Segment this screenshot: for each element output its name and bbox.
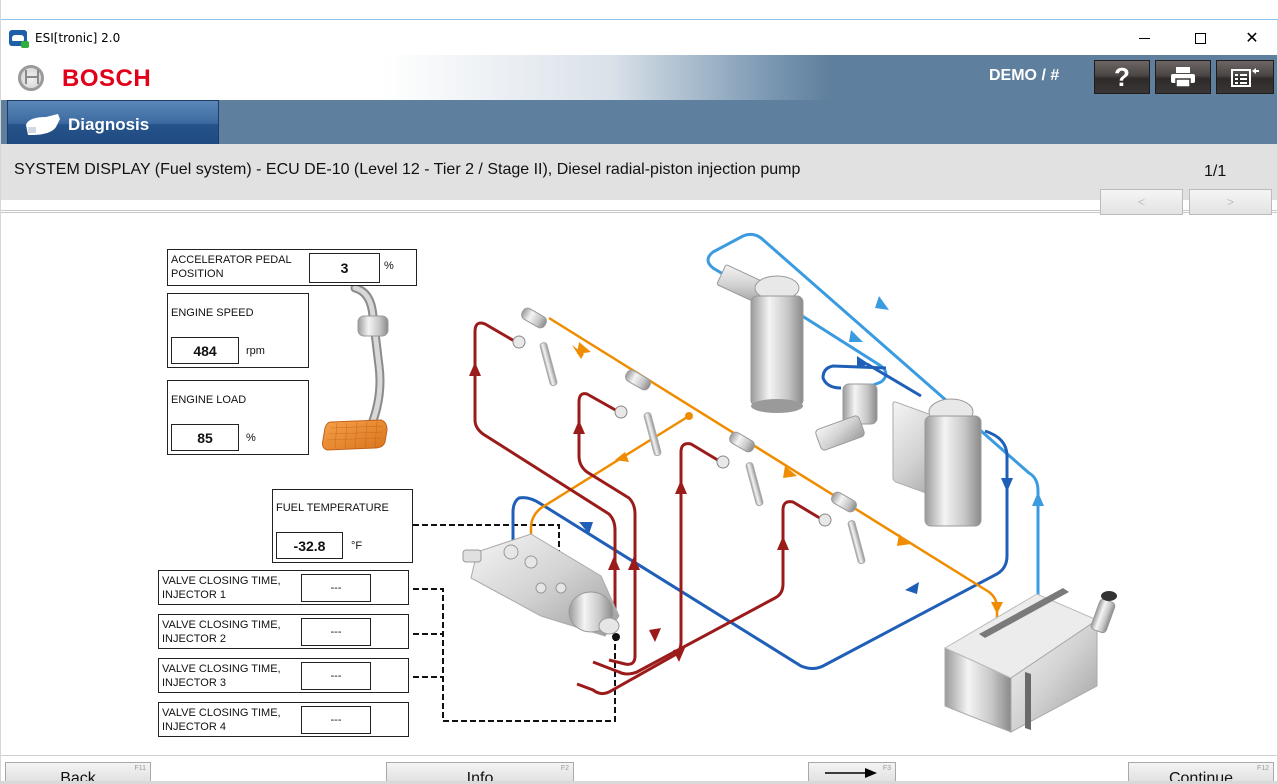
engine-speed-unit: rpm bbox=[246, 345, 265, 357]
valve-closing-label-1: VALVE CLOSING TIME, bbox=[162, 575, 281, 587]
back-button-hotkey: F11 bbox=[134, 765, 146, 772]
help-button[interactable]: ? bbox=[1094, 60, 1150, 94]
info-button-hotkey: F2 bbox=[560, 765, 569, 772]
flow-arrow bbox=[675, 480, 687, 494]
accelerator-pedal-label-2: POSITION bbox=[171, 268, 224, 280]
title-bar: ESI[tronic] 2.0 ✕ bbox=[1, 21, 1277, 55]
valve-closing-label-2: INJECTOR 3 bbox=[162, 677, 226, 689]
valve-closing-injector-3-panel: VALVE CLOSING TIME, INJECTOR 3 --- bbox=[158, 658, 409, 693]
next-page-button[interactable]: > bbox=[1189, 189, 1272, 215]
valve-closing-label-2: INJECTOR 4 bbox=[162, 721, 226, 733]
valve-closing-injector-4-panel: VALVE CLOSING TIME, INJECTOR 4 --- bbox=[158, 702, 409, 737]
app-icon bbox=[9, 30, 29, 48]
exit-button[interactable] bbox=[1216, 60, 1274, 94]
fuel-prefilter bbox=[716, 264, 804, 413]
pump-sensor-dot bbox=[612, 633, 620, 641]
engine-load-panel: ENGINE LOAD 85 % bbox=[167, 380, 309, 455]
bosch-logo-icon bbox=[18, 65, 44, 91]
accelerator-pedal-panel: ACCELERATOR PEDAL POSITION 3 % bbox=[167, 249, 417, 286]
pager-divider bbox=[1, 210, 1277, 213]
fuel-temperature-label: FUEL TEMPERATURE bbox=[276, 502, 389, 514]
valve-closing-injector-4-value: --- bbox=[301, 706, 371, 734]
print-button[interactable] bbox=[1155, 60, 1211, 94]
flow-arrow bbox=[897, 534, 911, 546]
question-mark-icon: ? bbox=[1114, 61, 1130, 92]
list-exit-icon bbox=[1231, 68, 1259, 87]
fuel-temperature-value: -32.8 bbox=[276, 532, 343, 559]
flow-arrow bbox=[1032, 492, 1044, 506]
fuel-filter bbox=[892, 398, 982, 527]
flow-arrow bbox=[875, 296, 889, 310]
page-counter: 1/1 bbox=[1204, 163, 1227, 180]
valve-closing-injector-1-value: --- bbox=[301, 574, 371, 602]
window-title: ESI[tronic] 2.0 bbox=[35, 31, 121, 45]
app-window: ESI[tronic] 2.0 ✕ BOSCH DEMO / # ? Diagn… bbox=[0, 0, 1278, 784]
minimize-icon bbox=[1138, 37, 1150, 39]
accelerator-pedal-value: 3 bbox=[309, 253, 380, 283]
flow-arrow bbox=[777, 536, 789, 550]
footer-divider bbox=[1, 755, 1277, 756]
valve-closing-injector-1-panel: VALVE CLOSING TIME, INJECTOR 1 --- bbox=[158, 570, 409, 605]
app-header: BOSCH DEMO / # ? bbox=[1, 55, 1277, 100]
printer-icon bbox=[1171, 67, 1195, 88]
nav-band: Diagnosis bbox=[1, 100, 1277, 148]
maximize-icon bbox=[1194, 32, 1206, 44]
flow-arrow bbox=[849, 330, 863, 342]
valve-closing-label-1: VALVE CLOSING TIME, bbox=[162, 619, 281, 631]
valve-closing-injector-3-value: --- bbox=[301, 662, 371, 690]
window-top-edge bbox=[1, 0, 1278, 20]
tab-diagnosis[interactable]: Diagnosis bbox=[7, 100, 219, 148]
accelerator-pedal-unit: % bbox=[384, 260, 394, 272]
page-title: SYSTEM DISPLAY (Fuel system) - ECU DE-10… bbox=[14, 161, 801, 178]
flow-arrow bbox=[649, 628, 661, 642]
valve-closing-injector-2-value: --- bbox=[301, 618, 371, 646]
injector-4 bbox=[818, 491, 866, 565]
brand-name: BOSCH bbox=[62, 65, 152, 92]
valve-closing-label-1: VALVE CLOSING TIME, bbox=[162, 707, 281, 719]
injector-2 bbox=[614, 369, 662, 457]
flow-arrow bbox=[1001, 478, 1013, 492]
engine-speed-panel: ENGINE SPEED 484 rpm bbox=[167, 293, 309, 368]
flow-arrow bbox=[608, 556, 620, 570]
injection-pump bbox=[462, 533, 620, 637]
close-icon: ✕ bbox=[1245, 30, 1259, 47]
hand-pump bbox=[815, 383, 878, 451]
valve-closing-label-2: INJECTOR 1 bbox=[162, 589, 226, 601]
continue-button-hotkey: F12 bbox=[1256, 765, 1269, 772]
maximize-button[interactable] bbox=[1177, 21, 1223, 55]
valve-closing-injector-2-panel: VALVE CLOSING TIME, INJECTOR 2 --- bbox=[158, 614, 409, 649]
flow-arrow bbox=[573, 420, 585, 434]
footer-bar: Back F11 Info F2 F3 Continue F12 bbox=[1, 757, 1277, 784]
valve-closing-label-2: INJECTOR 2 bbox=[162, 633, 226, 645]
fuel-tank bbox=[943, 588, 1117, 733]
tab-diagnosis-label: Diagnosis bbox=[68, 115, 150, 134]
user-label: DEMO / # bbox=[989, 67, 1060, 84]
diagnostic-plug-icon bbox=[26, 114, 60, 135]
injector-3 bbox=[716, 431, 764, 507]
previous-page-button[interactable]: < bbox=[1100, 189, 1183, 215]
engine-speed-value: 484 bbox=[171, 337, 239, 364]
flow-arrow bbox=[991, 602, 1003, 614]
engine-load-label: ENGINE LOAD bbox=[171, 394, 247, 406]
accelerator-pedal-image bbox=[322, 283, 389, 451]
close-button[interactable]: ✕ bbox=[1229, 21, 1275, 55]
valve-closing-label-1: VALVE CLOSING TIME, bbox=[162, 663, 281, 675]
engine-load-unit: % bbox=[246, 432, 256, 444]
engine-load-value: 85 bbox=[171, 424, 239, 451]
flow-arrow bbox=[469, 362, 481, 376]
engine-speed-label: ENGINE SPEED bbox=[171, 307, 254, 319]
accelerator-pedal-label-1: ACCELERATOR PEDAL bbox=[171, 254, 292, 266]
flow-arrow bbox=[905, 582, 919, 594]
info-bar: SYSTEM DISPLAY (Fuel system) - ECU DE-10… bbox=[1, 144, 1277, 200]
minimize-button[interactable] bbox=[1121, 21, 1167, 55]
system-display: ACCELERATOR PEDAL POSITION 3 % ENGINE SP… bbox=[1, 216, 1277, 754]
switch-view-hotkey: F3 bbox=[882, 765, 891, 772]
fuel-temperature-panel: FUEL TEMPERATURE -32.8 °F bbox=[272, 489, 413, 563]
fuel-temperature-unit: °F bbox=[351, 540, 363, 552]
leak-junction bbox=[685, 412, 693, 420]
